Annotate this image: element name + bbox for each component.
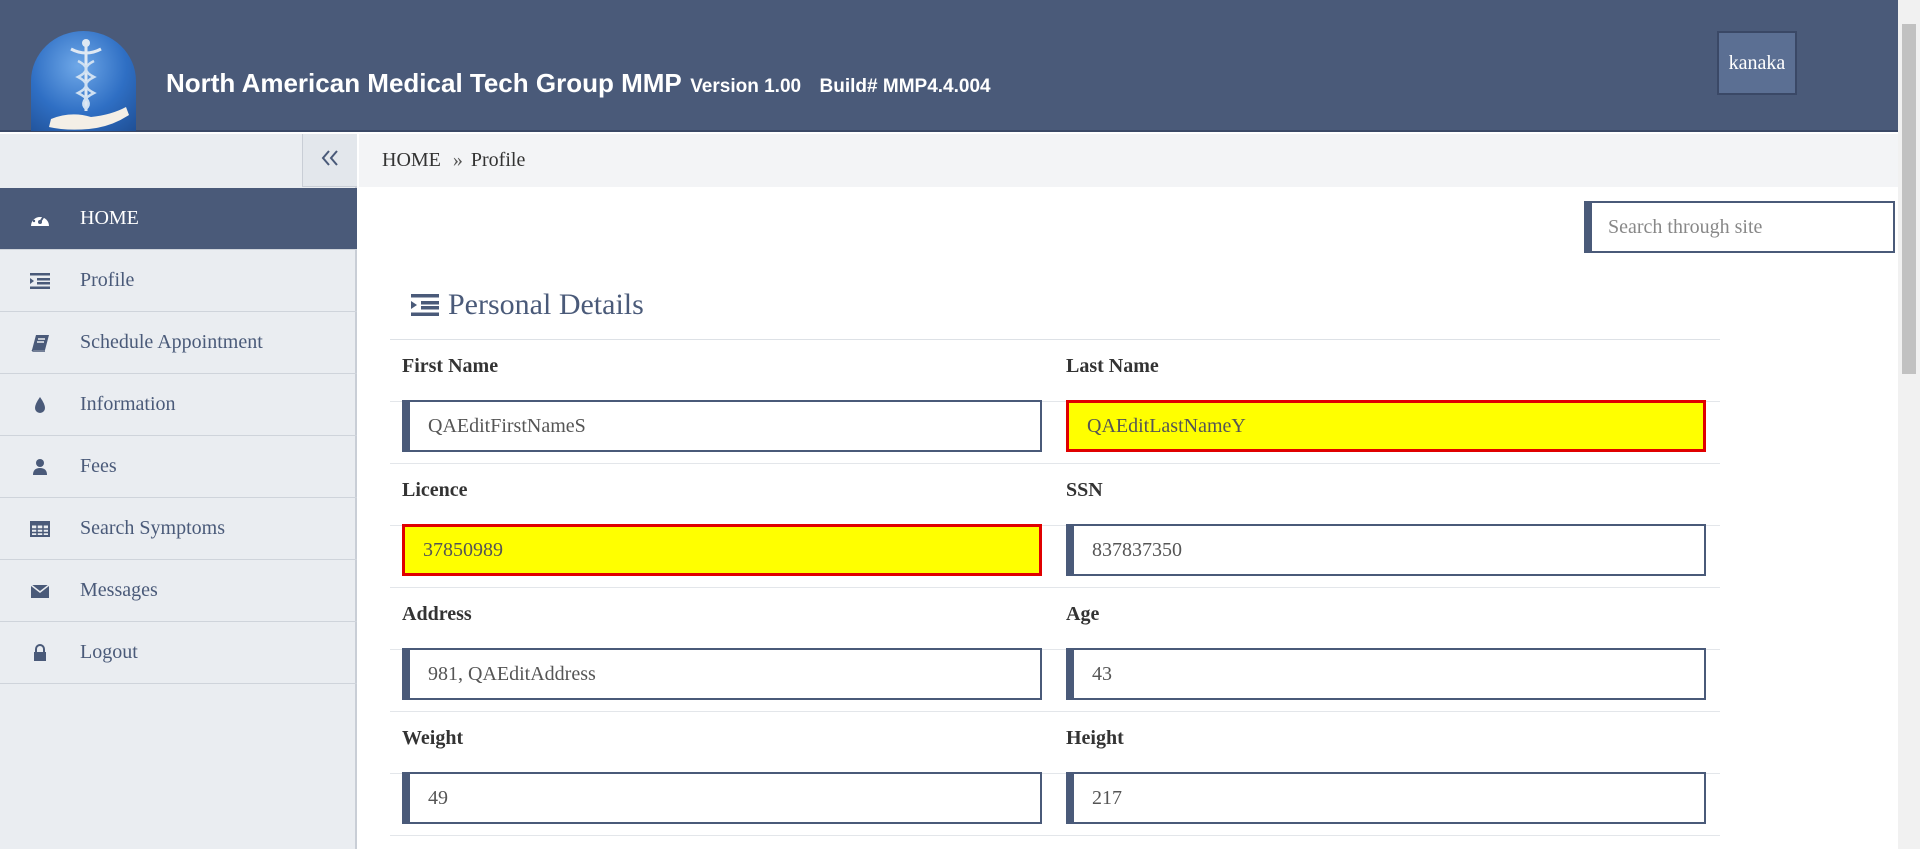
table-icon bbox=[0, 520, 80, 537]
weight-label: Weight bbox=[402, 727, 464, 749]
list-indent-icon bbox=[410, 293, 440, 317]
app-header: North American Medical Tech Group MMP Ve… bbox=[0, 0, 1898, 132]
app-build: Build# MMP4.4.004 bbox=[819, 76, 991, 97]
dashboard-icon bbox=[0, 210, 80, 228]
height-field[interactable] bbox=[1066, 772, 1706, 824]
page-scrollbar[interactable] bbox=[1898, 0, 1920, 849]
section-title-text: Personal Details bbox=[448, 288, 644, 321]
sidebar-item-label: HOME bbox=[80, 207, 139, 229]
scrollbar-thumb[interactable] bbox=[1902, 24, 1916, 374]
app-version: Version 1.00 bbox=[690, 76, 802, 97]
first-name-field[interactable] bbox=[402, 400, 1042, 452]
sidebar-item-label: Logout bbox=[80, 641, 138, 663]
sidebar-item-search-symptoms[interactable]: Search Symptoms bbox=[0, 498, 357, 560]
sidebar-item-label: Fees bbox=[80, 455, 117, 477]
age-field[interactable] bbox=[1066, 648, 1706, 700]
double-chevron-left-icon bbox=[320, 149, 340, 172]
sidebar: HOME Profile Schedule Appointment Inform… bbox=[0, 134, 357, 849]
age-label: Age bbox=[1066, 603, 1100, 625]
book-icon bbox=[0, 334, 80, 352]
address-field[interactable] bbox=[402, 648, 1042, 700]
first-name-label: First Name bbox=[402, 355, 499, 377]
list-indent-icon bbox=[0, 272, 80, 290]
licence-label: Licence bbox=[402, 479, 468, 501]
sidebar-item-schedule-appointment[interactable]: Schedule Appointment bbox=[0, 312, 357, 374]
sidebar-collapse-button[interactable] bbox=[302, 134, 357, 187]
sidebar-nav: HOME Profile Schedule Appointment Inform… bbox=[0, 188, 357, 684]
address-label: Address bbox=[402, 603, 472, 625]
sidebar-item-profile[interactable]: Profile bbox=[0, 250, 357, 312]
breadcrumb-current: Profile bbox=[470, 149, 526, 171]
sidebar-item-label: Profile bbox=[80, 269, 135, 291]
search-input[interactable] bbox=[1584, 201, 1895, 253]
row-divider bbox=[390, 711, 1720, 712]
last-name-field[interactable] bbox=[1066, 400, 1706, 452]
row-divider bbox=[390, 587, 1720, 588]
sidebar-item-label: Search Symptoms bbox=[80, 517, 225, 539]
breadcrumb-home-link[interactable]: HOME bbox=[382, 149, 441, 172]
sidebar-item-messages[interactable]: Messages bbox=[0, 560, 357, 622]
height-label: Height bbox=[1066, 727, 1124, 749]
last-name-label: Last Name bbox=[1066, 355, 1159, 377]
app-title: North American Medical Tech Group MMP Ve… bbox=[166, 68, 991, 99]
user-icon bbox=[0, 458, 80, 476]
page-title: Personal Details bbox=[410, 288, 644, 322]
user-menu-button[interactable]: kanaka bbox=[1717, 31, 1797, 95]
licence-field[interactable] bbox=[402, 524, 1042, 576]
caduceus-logo-icon bbox=[31, 31, 136, 131]
section-divider bbox=[390, 339, 1720, 340]
sidebar-item-information[interactable]: Information bbox=[0, 374, 357, 436]
ssn-field[interactable] bbox=[1066, 524, 1706, 576]
weight-field[interactable] bbox=[402, 772, 1042, 824]
sidebar-item-fees[interactable]: Fees bbox=[0, 436, 357, 498]
lock-icon bbox=[0, 643, 80, 662]
sidebar-item-label: Messages bbox=[80, 579, 158, 601]
row-divider bbox=[390, 463, 1720, 464]
envelope-icon bbox=[0, 583, 80, 599]
row-divider bbox=[390, 835, 1720, 836]
sidebar-item-label: Information bbox=[80, 393, 176, 415]
sidebar-item-logout[interactable]: Logout bbox=[0, 622, 357, 684]
droplet-icon bbox=[0, 396, 80, 414]
breadcrumb: HOME » Profile bbox=[359, 134, 1898, 187]
app-name: North American Medical Tech Group MMP bbox=[166, 68, 682, 98]
breadcrumb-separator: » bbox=[452, 149, 463, 171]
ssn-label: SSN bbox=[1066, 479, 1103, 501]
sidebar-item-label: Schedule Appointment bbox=[80, 331, 263, 353]
sidebar-item-home[interactable]: HOME bbox=[0, 188, 357, 250]
